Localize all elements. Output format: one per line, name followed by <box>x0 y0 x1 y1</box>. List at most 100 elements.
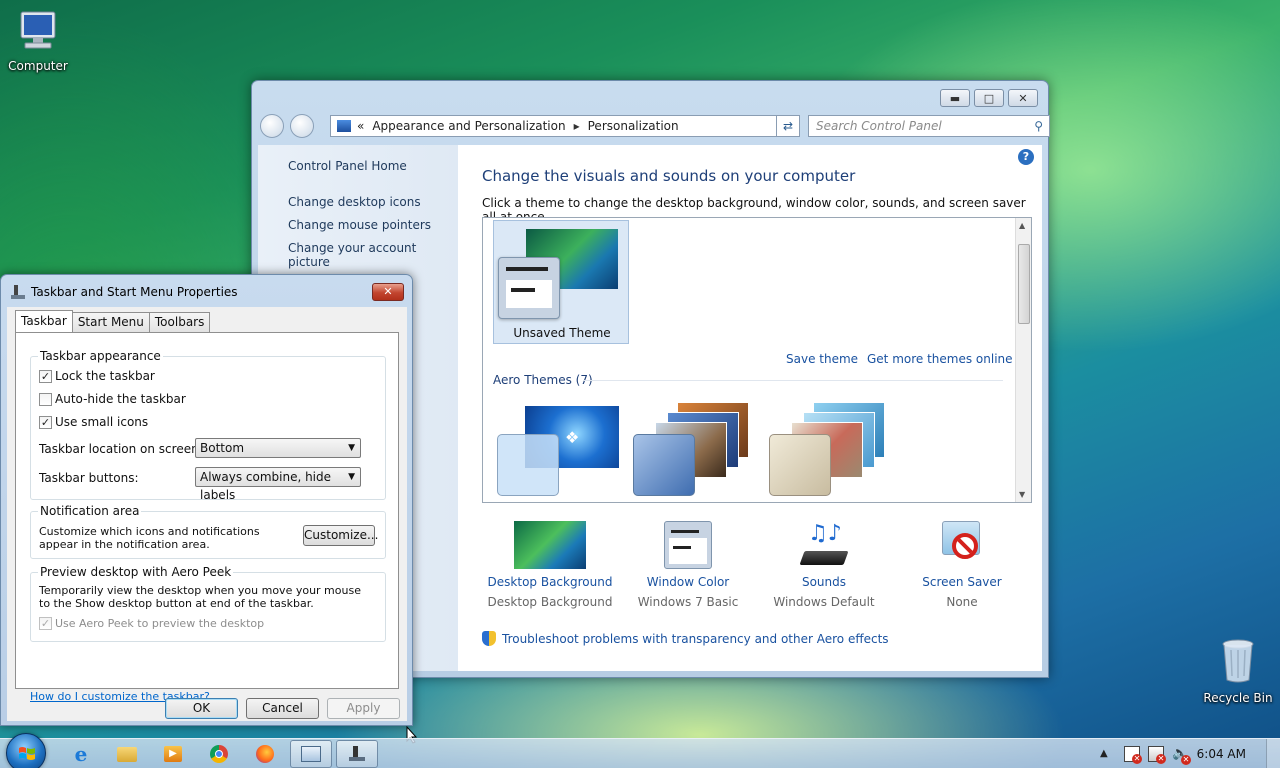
theme-list-scrollbar[interactable]: ▲ ▼ <box>1015 218 1031 502</box>
sidebar-link-desktop-icons[interactable]: Change desktop icons <box>288 195 421 209</box>
window-caption-buttons: ▬ □ ✕ <box>940 89 1038 107</box>
address-bar[interactable]: « Appearance and Personalization ▸ Perso… <box>330 115 796 137</box>
aero-peek-checkbox[interactable]: ✓ Use Aero Peek to preview the desktop <box>39 617 264 630</box>
notification-area-group: Notification area Customize which icons … <box>30 504 386 559</box>
sidebar-link-mouse-pointers[interactable]: Change mouse pointers <box>288 218 431 232</box>
show-hidden-icons-button[interactable]: ▲ <box>1100 748 1108 759</box>
desktop-icon-label: Computer <box>8 59 68 73</box>
aero-themes-heading: Aero Themes (7) <box>493 373 593 387</box>
theme-nature[interactable] <box>769 402 893 498</box>
desktop-icon-recycle-bin[interactable]: Recycle Bin <box>1200 636 1276 705</box>
control-panel-icon <box>337 120 351 132</box>
recycle-bin-icon <box>1200 636 1276 687</box>
network-icon[interactable]: ✕ <box>1148 746 1166 764</box>
minimize-button[interactable]: ▬ <box>940 89 970 107</box>
windows-logo-icon: ❖ <box>565 428 580 447</box>
forward-button[interactable] <box>290 114 314 138</box>
breadcrumb-arrow-icon[interactable]: ▸ <box>574 119 580 133</box>
help-icon[interactable]: ? <box>1018 149 1034 165</box>
scroll-down-icon[interactable]: ▼ <box>1019 490 1025 499</box>
theme-unsaved[interactable]: Unsaved Theme <box>493 220 629 344</box>
screen-saver-option[interactable]: Screen Saver None <box>897 521 1027 609</box>
checkmark-icon: ✓ <box>39 415 52 429</box>
small-icons-checkbox[interactable]: ✓ Use small icons <box>39 415 148 429</box>
apply-button[interactable]: Apply <box>327 698 400 719</box>
dialog-body: Taskbar Start Menu Toolbars Taskbar appe… <box>7 307 407 721</box>
window-preview-icon <box>769 434 831 496</box>
theme-windows7[interactable]: ❖ <box>497 406 621 498</box>
ok-button[interactable]: OK <box>165 698 238 719</box>
save-theme-link[interactable]: Save theme <box>786 352 858 366</box>
windows-logo-icon <box>19 747 35 760</box>
refresh-button[interactable]: ⇄ <box>776 115 800 137</box>
tab-toolbars[interactable]: Toolbars <box>148 312 211 332</box>
desktop-icon-computer[interactable]: Computer <box>0 10 76 73</box>
breadcrumb-overflow-icon[interactable]: « <box>357 119 364 133</box>
page-title: Change the visuals and sounds on your co… <box>482 167 856 185</box>
taskbar-buttons-label: Taskbar buttons: <box>39 471 139 485</box>
volume-icon[interactable]: 🔈 ✕ <box>1172 746 1191 765</box>
autohide-taskbar-checkbox[interactable]: Auto-hide the taskbar <box>39 392 186 406</box>
dialog-title: Taskbar and Start Menu Properties <box>31 285 238 299</box>
lock-taskbar-checkbox[interactable]: ✓ Lock the taskbar <box>39 369 155 383</box>
window-preview-icon <box>498 257 560 319</box>
taskbar-firefox[interactable] <box>244 740 286 768</box>
folder-icon <box>117 746 137 762</box>
theme-architecture[interactable] <box>633 402 757 498</box>
taskbar-internet-explorer[interactable]: e <box>60 740 102 768</box>
scroll-up-icon[interactable]: ▲ <box>1019 221 1025 230</box>
taskbar-properties-icon <box>11 285 25 299</box>
desktop-background-icon <box>514 521 586 569</box>
sidebar-link-home[interactable]: Control Panel Home <box>288 159 407 173</box>
group-legend: Notification area <box>38 504 142 518</box>
firefox-icon <box>256 745 274 763</box>
maximize-button[interactable]: □ <box>974 89 1004 107</box>
back-button[interactable] <box>260 114 284 138</box>
desktop-background-option[interactable]: Desktop Background Desktop Background <box>485 521 615 609</box>
troubleshoot-link[interactable]: Troubleshoot problems with transparency … <box>482 631 889 646</box>
taskbar-media-player[interactable]: ▶ <box>152 740 194 768</box>
aero-peek-description: Temporarily view the desktop when you mo… <box>39 584 361 610</box>
control-panel-icon <box>301 746 321 762</box>
show-desktop-button[interactable] <box>1266 739 1280 768</box>
breadcrumb-appearance[interactable]: Appearance and Personalization <box>372 119 565 133</box>
search-input[interactable]: Search Control Panel ⚲ <box>808 115 1050 137</box>
scrollbar-thumb[interactable] <box>1018 244 1030 324</box>
window-preview-icon <box>633 434 695 496</box>
sounds-option[interactable]: ♫♪ Sounds Windows Default <box>759 521 889 609</box>
customize-button[interactable]: Customize... <box>303 525 378 546</box>
navigation-bar: « Appearance and Personalization ▸ Perso… <box>260 113 1050 139</box>
screen-saver-icon <box>938 521 986 569</box>
close-button[interactable]: ✕ <box>1008 89 1038 107</box>
taskbar-chrome[interactable] <box>198 740 240 768</box>
start-button[interactable] <box>6 733 46 768</box>
cancel-button[interactable]: Cancel <box>246 698 319 719</box>
sidebar-link-account-picture[interactable]: Change your account picture <box>288 241 458 269</box>
breadcrumb-personalization[interactable]: Personalization <box>588 119 679 133</box>
tab-taskbar[interactable]: Taskbar <box>15 310 73 332</box>
theme-list: Unsaved Theme Save theme Get more themes… <box>482 217 1032 503</box>
taskbar-file-explorer[interactable] <box>106 740 148 768</box>
action-center-icon[interactable]: ✕ <box>1124 746 1142 764</box>
checkbox-box <box>39 392 52 406</box>
taskbar-control-panel[interactable] <box>290 740 332 768</box>
taskbar-properties-icon <box>349 746 365 762</box>
taskbar-properties-dialog[interactable] <box>336 740 378 768</box>
get-more-themes-link[interactable]: Get more themes online <box>867 352 1013 366</box>
checkmark-icon: ✓ <box>39 369 52 383</box>
dialog-close-button[interactable]: ✕ <box>372 283 404 301</box>
group-divider <box>583 380 1003 381</box>
notification-description: Customize which icons and notifications … <box>39 525 260 551</box>
dialog-tabs: Taskbar Start Menu Toolbars <box>15 310 211 332</box>
taskbar-tab-panel: Taskbar appearance ✓ Lock the taskbar Au… <box>15 332 399 703</box>
aero-peek-group: Preview desktop with Aero Peek Temporari… <box>30 565 386 642</box>
window-color-option[interactable]: Window Color Windows 7 Basic <box>623 521 753 609</box>
taskbar-buttons-select[interactable]: Always combine, hide labels ▼ <box>195 467 361 502</box>
system-clock[interactable]: 6:04 AM <box>1197 747 1246 761</box>
shield-icon <box>482 631 496 646</box>
taskbar-location-select[interactable]: Bottom ▼ <box>195 438 361 458</box>
chrome-icon <box>210 745 228 763</box>
tab-start-menu[interactable]: Start Menu <box>71 312 150 332</box>
chevron-down-icon: ▼ <box>348 472 355 482</box>
search-icon[interactable]: ⚲ <box>1034 116 1043 136</box>
